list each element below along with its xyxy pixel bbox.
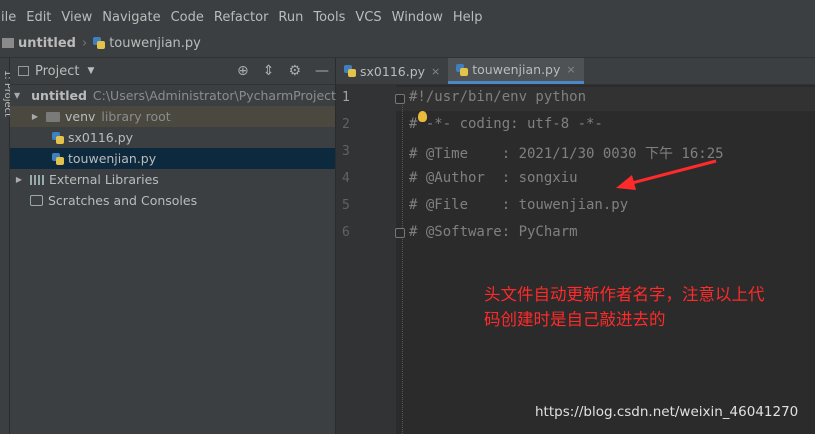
tree-item-label: Scratches and Consoles (48, 193, 198, 208)
scratches-icon (30, 195, 43, 206)
collapsed-arrow-icon[interactable]: ▶ (14, 175, 24, 184)
menu-refactor[interactable]: Refactor (209, 6, 274, 29)
hide-icon[interactable]: — (315, 63, 329, 79)
project-panel-header: Project ▼ ⊕ ⇕ ⚙ — (10, 58, 335, 85)
menu-bar: ile Edit View Navigate Code Refactor Run… (0, 6, 815, 29)
collapsed-arrow-icon[interactable]: ▶ (30, 112, 40, 121)
tree-item-touwenjian[interactable]: touwenjian.py (10, 148, 335, 169)
menu-navigate[interactable]: Navigate (97, 6, 165, 29)
editor-tabs: sx0116.py × touwenjian.py × (336, 58, 815, 85)
project-panel: Project ▼ ⊕ ⇕ ⚙ — ▼ untitled C:\Users\Ad… (10, 58, 342, 434)
annotation-line-1: 头文件自动更新作者名字，注意以上代 (484, 285, 765, 304)
menu-window[interactable]: Window (387, 6, 448, 29)
line-number: 4 (342, 171, 350, 186)
line-number: 2 (342, 117, 350, 132)
line-number: 1 (342, 90, 350, 105)
tree-item-label: venv (65, 109, 96, 124)
tree-item-label: touwenjian.py (68, 151, 157, 166)
line-number: 5 (342, 198, 350, 213)
watermark: https://blog.csdn.net/weixin_46041270 (535, 404, 799, 420)
tree-item-external-libraries[interactable]: ▶ External Libraries (10, 169, 335, 190)
line-number: 6 (342, 225, 350, 240)
code-line: # @Software: PyCharm (409, 224, 578, 240)
menu-run[interactable]: Run (273, 6, 308, 29)
locate-icon[interactable]: ⊕ (237, 63, 249, 79)
project-view-selector[interactable]: Project (35, 64, 79, 79)
code-editor[interactable]: 1 2 3 4 5 6 #!/usr/bin/env python # -*- … (336, 85, 815, 434)
code-line: # @Author : songxiu (409, 170, 578, 186)
menu-help[interactable]: Help (448, 6, 488, 29)
library-icon (30, 174, 44, 185)
annotation-arrow (616, 159, 717, 190)
fold-start-icon[interactable] (395, 94, 405, 104)
menu-edit[interactable]: Edit (21, 6, 56, 29)
annotation-line-2: 码创建时是自己敲进去的 (484, 310, 666, 329)
tree-item-label: sx0116.py (68, 130, 134, 145)
python-file-icon (456, 63, 469, 76)
python-file-icon (344, 65, 356, 77)
indent-guide (402, 99, 404, 434)
menu-tools[interactable]: Tools (308, 6, 350, 29)
close-icon[interactable]: × (431, 65, 440, 78)
navigation-bar: untitled › touwenjian.py (0, 29, 815, 58)
code-line: # @File : touwenjian.py (409, 197, 629, 213)
tree-item-sx0116[interactable]: sx0116.py (10, 127, 335, 148)
tree-item-label: untitled (31, 88, 87, 103)
tree-item-venv[interactable]: ▶ venv library root (10, 106, 335, 127)
python-file-icon (93, 37, 106, 49)
tab-sx0116[interactable]: sx0116.py × (336, 58, 448, 84)
breadcrumb-separator-icon: › (81, 35, 88, 51)
line-gutter (336, 85, 396, 434)
python-file-icon (52, 152, 64, 165)
tool-window-strip: 1: Project (0, 58, 13, 434)
breadcrumb-file[interactable]: touwenjian.py (109, 36, 201, 51)
tree-item-label: External Libraries (49, 172, 159, 187)
fold-end-icon[interactable] (395, 228, 405, 238)
gear-icon[interactable]: ⚙ (288, 63, 301, 79)
tab-label: touwenjian.py (472, 62, 561, 77)
breadcrumb-project[interactable]: untitled (18, 36, 76, 51)
expanded-arrow-icon[interactable]: ▼ (14, 91, 20, 100)
folder-icon (2, 38, 14, 48)
tab-label: sx0116.py (360, 63, 426, 79)
folder-icon (46, 111, 60, 122)
chevron-down-icon[interactable]: ▼ (87, 66, 94, 76)
tab-touwenjian[interactable]: touwenjian.py × (448, 58, 584, 84)
menu-vcs[interactable]: VCS (350, 6, 386, 29)
line-number: 3 (342, 144, 350, 159)
tree-item-untitled[interactable]: ▼ untitled C:\Users\Administrator\Pychar… (10, 85, 342, 106)
project-view-icon (18, 66, 29, 76)
code-line: # -*- coding: utf-8 -*- (409, 116, 603, 132)
tree-item-scratches[interactable]: Scratches and Consoles (10, 190, 335, 211)
collapse-all-icon[interactable]: ⇕ (263, 63, 275, 79)
annotation-text: 头文件自动更新作者名字，注意以上代 码创建时是自己敲进去的 (484, 282, 815, 332)
python-file-icon (52, 131, 64, 144)
menu-file[interactable]: ile (0, 6, 21, 29)
tree-item-note: library root (101, 109, 171, 124)
project-tree: ▼ untitled C:\Users\Administrator\Pychar… (10, 85, 342, 211)
close-icon[interactable]: × (566, 63, 575, 76)
code-line: #!/usr/bin/env python (409, 89, 587, 105)
menu-code[interactable]: Code (166, 6, 209, 29)
menu-view[interactable]: View (56, 6, 97, 29)
tree-item-path: C:\Users\Administrator\PycharmProjects (92, 88, 343, 103)
